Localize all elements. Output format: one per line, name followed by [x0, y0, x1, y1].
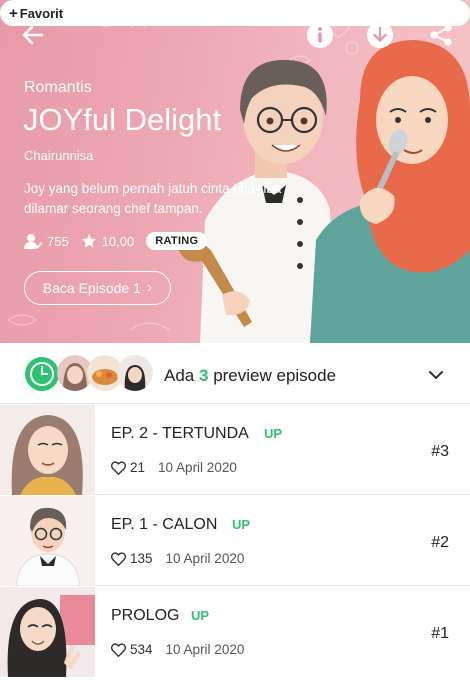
top-bar: + Favorit	[0, 0, 470, 70]
episode-number: #2	[431, 534, 449, 551]
preview-suffix: preview episode	[213, 366, 337, 385]
back-arrow-icon	[22, 25, 44, 45]
episode-thumbnail	[0, 405, 95, 495]
episode-meta: 534 10 April 2020	[111, 642, 244, 657]
episode-row[interactable]: EP. 2 - TERTUNDA UP 21 10 April 2020 #3	[0, 405, 470, 495]
episode-title: EP. 1 - CALON	[111, 516, 218, 533]
episode-date: 10 April 2020	[165, 642, 245, 657]
info-button[interactable]	[306, 21, 334, 49]
info-icon	[307, 22, 333, 48]
preview-thumbnail-3	[117, 355, 153, 391]
comic-title: JOYful Delight	[23, 102, 222, 137]
heart-icon	[111, 551, 126, 566]
episode-likes: 534	[111, 642, 153, 657]
episode-up-badge: UP	[232, 517, 251, 532]
episode-row[interactable]: EP. 1 - CALON UP 135 10 April 2020 #2	[0, 496, 470, 586]
subscriber-count: 755	[47, 233, 69, 249]
episode-date: 10 April 2020	[165, 551, 245, 566]
clock-icon	[25, 357, 59, 391]
episode-thumbnail	[0, 496, 95, 586]
rating-stat: 10,00	[81, 233, 135, 249]
episode-likes: 135	[111, 551, 153, 566]
episode-like-count: 21	[130, 460, 146, 475]
person-check-icon	[24, 234, 42, 249]
episode-meta: 135 10 April 2020	[111, 551, 244, 566]
episode-thumbnail	[0, 587, 95, 677]
comic-synopsis: Joy yang belum pernah jatuh cinta tiba-t…	[24, 181, 282, 216]
read-button-label: Baca Episode 1	[42, 280, 141, 296]
episode-up-badge: UP	[191, 608, 210, 623]
chevron-right-icon: ›	[146, 279, 153, 296]
share-icon	[430, 24, 452, 46]
episode-number: #3	[431, 443, 449, 460]
episode-like-count: 135	[130, 551, 153, 566]
episode-like-count: 534	[130, 642, 153, 657]
favorite-label: Favorit	[19, 5, 64, 21]
rating-button[interactable]: RATING	[146, 232, 208, 250]
star-icon	[81, 234, 96, 248]
hijab-character	[310, 40, 470, 343]
favorite-button[interactable]: + Favorit	[0, 0, 470, 26]
download-button[interactable]	[366, 21, 394, 49]
download-icon	[367, 22, 393, 48]
episode-title: EP. 2 - TERTUNDA	[111, 425, 249, 442]
read-episode-1-button[interactable]: Baca Episode 1 ›	[24, 271, 171, 305]
comic-author: Chairunnisa	[24, 148, 94, 163]
subscriber-stat: 755	[24, 233, 69, 249]
episode-likes: 21	[111, 460, 145, 475]
episode-date: 10 April 2020	[158, 460, 237, 475]
preview-count: 3	[198, 366, 209, 385]
share-button[interactable]	[428, 22, 454, 48]
comic-hero-banner: + Favorit Romantis JOYful Delight Chairu…	[0, 0, 470, 343]
episode-title: PROLOG	[111, 607, 180, 624]
episode-meta: 21 10 April 2020	[111, 460, 237, 475]
heart-icon	[111, 460, 126, 475]
preview-episode-text: Ada 3 preview episode	[164, 366, 336, 386]
episode-number: #1	[431, 625, 449, 642]
comic-genre: Romantis	[24, 79, 92, 96]
chevron-down-icon[interactable]	[427, 366, 445, 384]
episode-row[interactable]: PROLOG UP 534 10 April 2020 #1	[0, 587, 470, 677]
heart-icon	[111, 642, 126, 657]
plus-icon: +	[9, 4, 18, 22]
preview-prefix: Ada	[164, 366, 195, 385]
rating-value: 10,00	[101, 233, 135, 249]
episode-up-badge: UP	[264, 426, 283, 441]
back-button[interactable]	[18, 20, 48, 50]
comic-stats: 755 10,00 RATING	[24, 232, 208, 250]
